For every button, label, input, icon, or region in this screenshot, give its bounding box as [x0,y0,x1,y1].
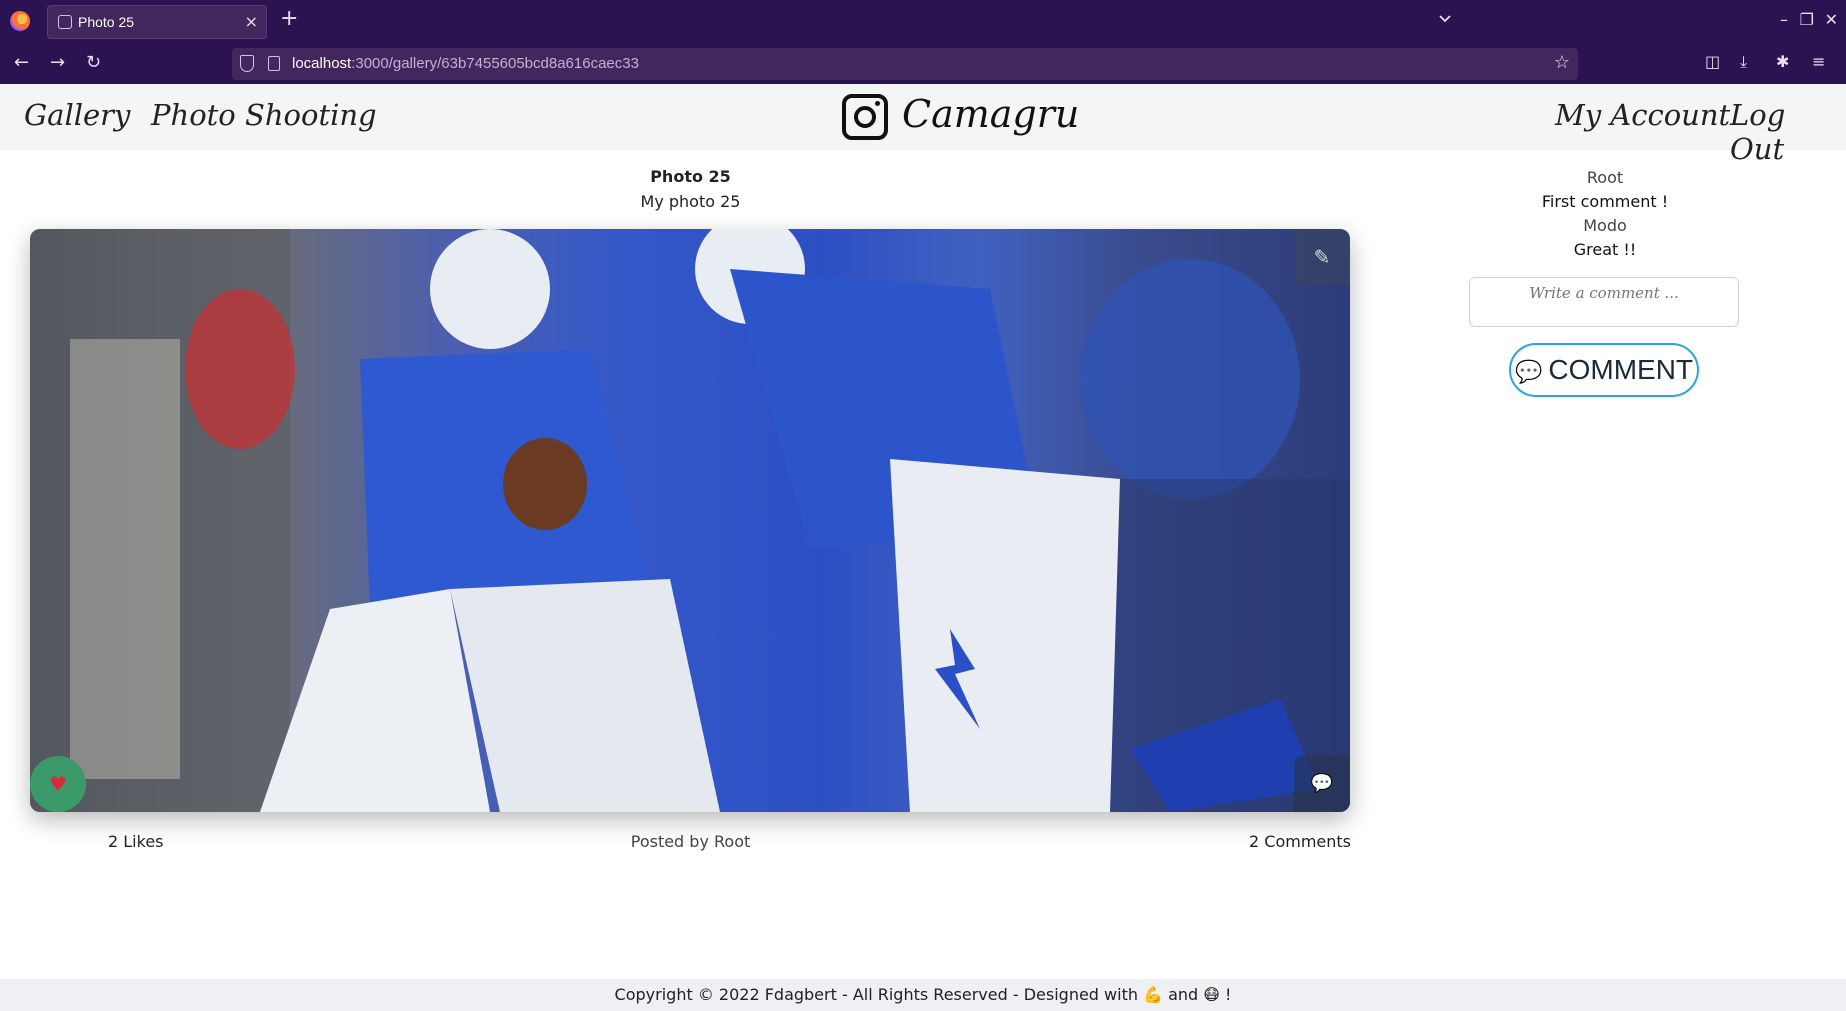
bookmark-star-icon[interactable]: ☆ [1554,52,1570,73]
restore-icon[interactable]: ❐ [1800,10,1814,29]
camera-flash-dot [875,101,880,106]
browser-nav-bar: ← → ↻ localhost:3000/gallery/63b7455605b… [0,44,1846,84]
camera-lens-shape [854,106,876,128]
nav-link-gallery[interactable]: Gallery [24,98,130,132]
comment-text: Great !! [1573,240,1637,259]
reload-icon[interactable]: ↻ [86,52,101,74]
forward-icon[interactable]: → [50,52,65,74]
downloads-icon[interactable]: ⤓ [1740,52,1747,72]
photo-scene [30,229,1350,812]
photo-description: My photo 25 [640,192,741,211]
minimize-icon[interactable]: – [1780,10,1788,29]
heart-icon[interactable]: ♥ [30,756,86,812]
close-window-icon[interactable]: ✕ [1825,10,1838,29]
browser-tab[interactable]: Photo 25 × [47,5,267,39]
address-bar[interactable]: localhost:3000/gallery/63b7455605bcd8a61… [232,48,1578,80]
tab-list-chevron-icon[interactable] [1438,12,1452,26]
url-path: :3000/gallery/63b7455605bcd8a616caec33 [351,55,639,72]
tracking-shield-icon[interactable] [240,55,254,72]
comment-input[interactable] [1469,277,1739,327]
nav-link-my-account[interactable]: My Account [1555,98,1730,132]
site-header: Gallery Photo Shooting Camagru My Accoun… [0,84,1846,166]
firefox-logo-icon[interactable] [10,11,30,31]
brand-name[interactable]: Camagru [902,92,1079,136]
nav-link-photo-shooting[interactable]: Photo Shooting [151,98,377,132]
photo-title: Photo 25 [650,167,731,186]
pocket-icon[interactable]: ◫ [1705,52,1720,71]
comment-submit-label: COMMENT [1548,354,1694,385]
wrench-icon[interactable]: ✎ [1294,229,1350,285]
comment-text: First comment ! [1541,192,1669,211]
photo-image: ✎ ♥ 💬 [30,229,1350,812]
new-tab-icon[interactable]: + [280,8,298,30]
comment-submit-button[interactable]: 💬 COMMENT [1509,343,1699,397]
url-text[interactable]: localhost:3000/gallery/63b7455605bcd8a61… [292,55,639,72]
tab-close-icon[interactable]: × [245,12,258,31]
page-info-icon[interactable] [268,56,280,71]
tab-title: Photo 25 [78,14,135,30]
comments-count: 2 Comments [1249,832,1351,851]
footer: Copyright © 2022 Fdagbert - All Rights R… [0,979,1846,1011]
footer-copyright: Copyright © 2022 Fdagbert - All Rights R… [614,985,1232,1004]
menu-icon[interactable]: ≡ [1812,52,1825,71]
tab-favicon-icon [58,15,72,29]
comment-author: Modo [1583,216,1627,235]
url-host: localhost [292,55,352,72]
comment-author: Root [1586,168,1624,187]
comment-icon[interactable]: 💬 [1294,756,1350,812]
back-icon[interactable]: ← [14,52,29,74]
extensions-icon[interactable]: ✱ [1776,52,1789,71]
posted-by: Posted by Root [630,832,751,851]
nav-link-log-out[interactable]: Log Out [1730,98,1846,166]
speech-bubble-icon: 💬 [1514,359,1543,384]
camera-logo-icon[interactable] [842,94,888,140]
browser-tab-bar: Photo 25 × + – ❐ ✕ [0,0,1846,44]
